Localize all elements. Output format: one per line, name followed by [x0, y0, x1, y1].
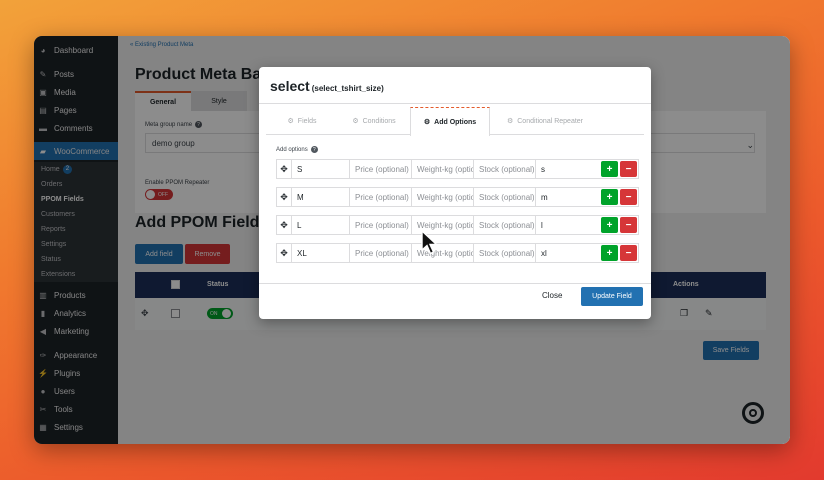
drag-handle-icon[interactable]: ✥: [277, 216, 291, 234]
modal-subtitle: (select_tshirt_size): [311, 84, 384, 93]
remove-option-button[interactable]: −: [620, 189, 637, 205]
price-input[interactable]: Price (optional): [349, 160, 411, 178]
drag-handle-icon[interactable]: ✥: [277, 160, 291, 178]
add-option-button[interactable]: +: [601, 161, 618, 177]
add-options-label: Add options ?: [276, 146, 318, 153]
mouse-cursor-icon: [421, 230, 439, 255]
modal-tabs: ⚙ Fields ⚙ Conditions ⚙ Add Options ⚙ Condit…: [266, 107, 644, 136]
close-button[interactable]: Close: [542, 291, 562, 300]
stock-input[interactable]: Stock (optional): [473, 244, 535, 262]
option-label-input[interactable]: XL: [291, 244, 349, 262]
stock-input[interactable]: Stock (optional): [473, 216, 535, 234]
tab-add-options[interactable]: ⚙ Add Options: [410, 107, 490, 136]
option-id-input[interactable]: l: [535, 216, 597, 234]
weight-input[interactable]: Weight-kg (optional): [411, 160, 473, 178]
gear-icon: ⚙: [423, 119, 431, 126]
gear-icon: ⚙: [506, 118, 514, 125]
price-input[interactable]: Price (optional): [349, 216, 411, 234]
add-option-button[interactable]: +: [601, 245, 618, 261]
tab-fields[interactable]: ⚙ Fields: [266, 107, 338, 135]
drag-handle-icon[interactable]: ✥: [277, 244, 291, 262]
modal-title: select (select_tshirt_size): [270, 78, 384, 94]
gear-icon: ⚙: [287, 118, 294, 125]
edit-field-modal: select (select_tshirt_size) ⚙ Fields ⚙ Cond…: [259, 67, 651, 319]
drag-handle-icon[interactable]: ✥: [277, 188, 291, 206]
option-id-input[interactable]: xl: [535, 244, 597, 262]
remove-option-button[interactable]: −: [620, 161, 637, 177]
option-row: ✥ XL Price (optional) Weight-kg (optiona…: [276, 243, 639, 263]
weight-input[interactable]: Weight-kg (optional): [411, 188, 473, 206]
add-option-button[interactable]: +: [601, 189, 618, 205]
stock-input[interactable]: Stock (optional): [473, 160, 535, 178]
tab-conditions[interactable]: ⚙ Conditions: [338, 107, 410, 135]
divider: [259, 103, 651, 104]
tab-conditional-repeater[interactable]: ⚙ Conditional Repeater: [490, 107, 600, 135]
gear-icon: ⚙: [352, 118, 359, 125]
stock-input[interactable]: Stock (optional): [473, 188, 535, 206]
price-input[interactable]: Price (optional): [349, 244, 411, 262]
remove-option-button[interactable]: −: [620, 245, 637, 261]
option-row: ✥ M Price (optional) Weight-kg (optional…: [276, 187, 639, 207]
option-label-input[interactable]: L: [291, 216, 349, 234]
option-id-input[interactable]: m: [535, 188, 597, 206]
add-option-button[interactable]: +: [601, 217, 618, 233]
help-icon[interactable]: ?: [310, 146, 318, 153]
divider: [259, 283, 651, 284]
option-row: ✥ L Price (optional) Weight-kg (optional…: [276, 215, 639, 235]
option-label-input[interactable]: S: [291, 160, 349, 178]
browser-window: ◕ Dashboard ✎ Posts ▣ Media ▤ Pages ▬ Co…: [34, 36, 790, 444]
remove-option-button[interactable]: −: [620, 217, 637, 233]
price-input[interactable]: Price (optional): [349, 188, 411, 206]
option-id-input[interactable]: s: [535, 160, 597, 178]
option-label-input[interactable]: M: [291, 188, 349, 206]
update-field-button[interactable]: Update Field: [581, 287, 643, 306]
option-row: ✥ S Price (optional) Weight-kg (optional…: [276, 159, 639, 179]
